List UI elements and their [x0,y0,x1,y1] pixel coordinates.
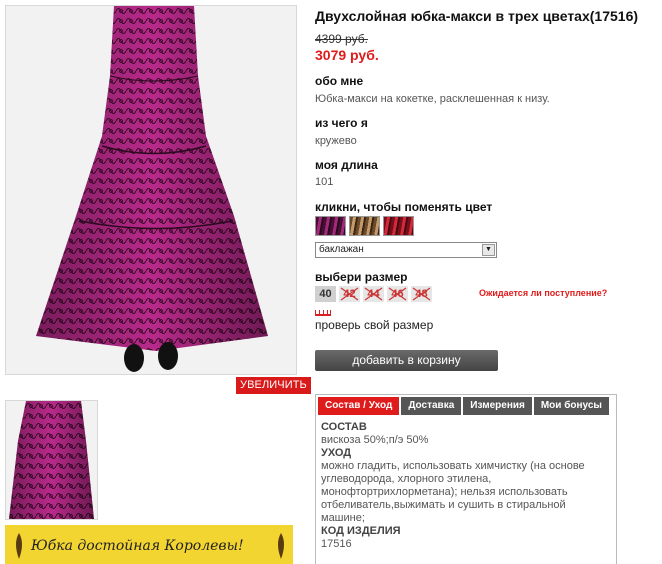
material-value: кружево [315,135,357,147]
care-heading: УХОД [321,447,352,459]
length-label: моя длина [315,158,378,172]
zoom-button[interactable]: УВЕЛИЧИТЬ [236,377,311,394]
color-label: кликни, чтобы поменять цвет [315,200,493,214]
size-option-42[interactable]: 42 [339,286,360,302]
color-swatch-beige[interactable] [349,216,380,236]
unavailable-cross-icon [364,287,383,301]
skirt-thumbnail [6,401,97,519]
ruler-icon [315,309,331,316]
color-select[interactable]: баклажан ▼ [315,242,497,258]
length-value: 101 [315,176,334,188]
product-title: Двухслойная юбка-макси в трех цветах(175… [315,8,639,24]
chevron-down-icon[interactable]: ▼ [482,244,495,256]
leaf-icon [16,533,22,559]
tab-content: СОСТАВ вискоза 50%;п/э 50% УХОД можно гл… [316,415,616,557]
skirt-image [6,6,296,374]
add-to-cart-button[interactable]: добавить в корзину [315,350,498,371]
size-option-40[interactable]: 40 [315,286,336,302]
size-label: выбери размер [315,270,408,284]
tab-bonuses[interactable]: Мои бонусы [533,397,609,415]
promo-banner[interactable]: Юбка достойная Королевы! [5,525,293,564]
size-options: 40 42 44 46 48 [315,286,432,302]
size-option-46[interactable]: 46 [387,286,408,302]
tab-composition-care[interactable]: Состав / Уход [318,397,400,415]
unavailable-cross-icon [412,287,431,301]
size-option-44[interactable]: 44 [363,286,384,302]
color-swatch-red[interactable] [383,216,414,236]
promo-text: Юбка достойная Королевы! [31,538,244,554]
care-value: можно гладить, использовать химчистку (н… [321,460,585,524]
composition-value: вискоза 50%;п/э 50% [321,434,429,446]
unavailable-cross-icon [388,287,407,301]
tab-delivery[interactable]: Доставка [401,397,462,415]
thumbnail-image[interactable] [5,400,98,520]
unavailable-cross-icon [340,287,359,301]
about-value: Юбка-макси на кокетке, расклешенная к ни… [315,93,550,105]
material-label: из чего я [315,116,368,130]
color-swatch-eggplant[interactable] [315,216,346,236]
code-value: 17516 [321,538,352,550]
tab-measurements[interactable]: Измерения [463,397,532,415]
code-heading: КОД ИЗДЕЛИЯ [321,525,401,537]
new-price: 3079 руб. [315,47,379,63]
color-swatches [315,216,414,236]
color-select-value: баклажан [319,244,364,255]
size-option-48[interactable]: 48 [411,286,432,302]
availability-link[interactable]: Ожидается ли поступление? [479,288,607,298]
about-label: обо мне [315,74,364,88]
old-price: 4399 руб. [315,32,368,46]
tab-bar: Состав / Уход Доставка Измерения Мои бон… [316,395,616,415]
check-size-link[interactable]: проверь свой размер [315,318,433,332]
product-main-photo[interactable] [5,5,297,375]
leaf-icon [278,533,284,559]
composition-heading: СОСТАВ [321,421,367,433]
info-tabs: Состав / Уход Доставка Измерения Мои бон… [315,394,617,564]
